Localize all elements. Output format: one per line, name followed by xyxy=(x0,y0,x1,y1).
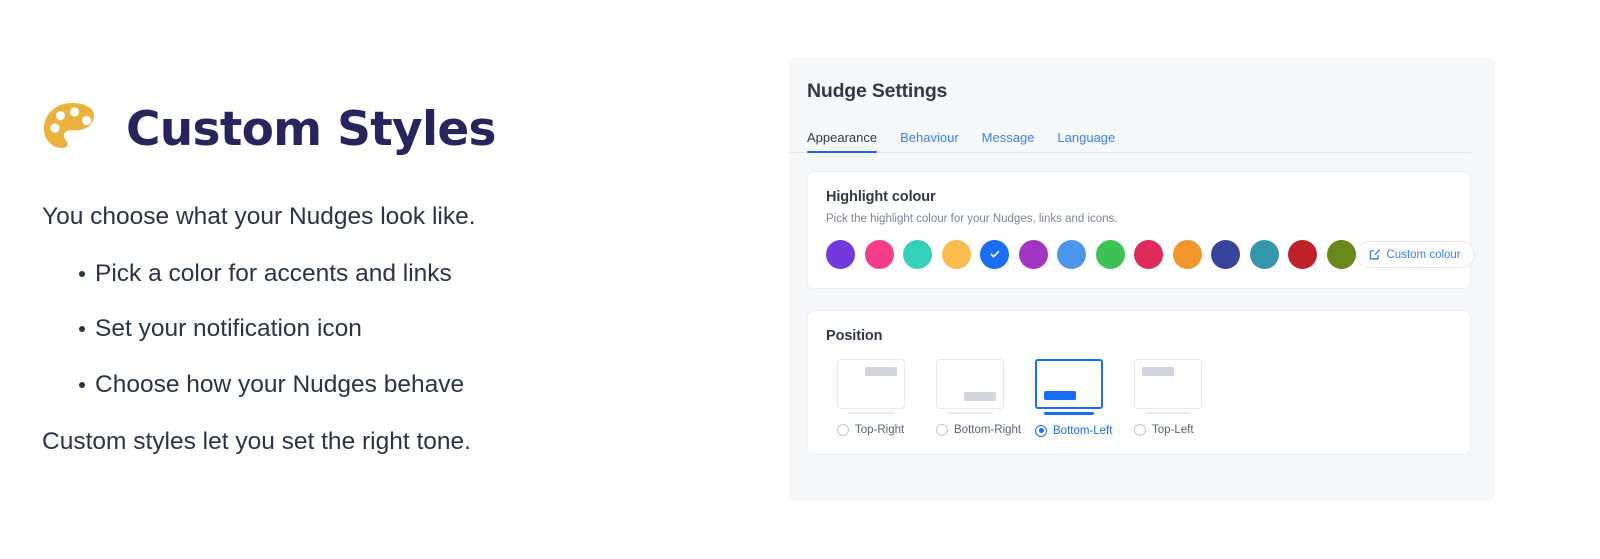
feature-list: Pick a color for accents and links Set y… xyxy=(42,259,602,401)
position-label: Top-Left xyxy=(1152,424,1194,436)
tab-behaviour[interactable]: Behaviour xyxy=(900,130,959,152)
list-item: Pick a color for accents and links xyxy=(42,259,602,290)
position-radio[interactable] xyxy=(1134,424,1146,436)
position-card: Position Top-Right Bottom-Right Bottom-Lef… xyxy=(807,310,1471,455)
tab-appearance[interactable]: Appearance xyxy=(807,130,878,153)
edit-square-icon xyxy=(1368,248,1381,261)
swatch-green[interactable] xyxy=(1095,240,1125,269)
position-option-top-right[interactable]: Top-Right xyxy=(837,359,905,437)
position-preview-thumbnail xyxy=(1035,359,1103,409)
swatch-row: Custom colour xyxy=(826,240,1475,269)
position-preview-thumbnail xyxy=(1134,359,1202,409)
swatch-olive[interactable] xyxy=(1326,240,1356,269)
position-title: Position xyxy=(826,328,883,344)
custom-colour-label: Custom colour xyxy=(1386,248,1461,261)
highlight-colour-subtitle: Pick the highlight colour for your Nudge… xyxy=(826,213,1118,225)
swatch-dark-red[interactable] xyxy=(1288,240,1317,269)
swatch-turquoise[interactable] xyxy=(903,240,932,269)
panel-title: Nudge Settings xyxy=(807,80,948,102)
swatch-sky-blue[interactable] xyxy=(1057,240,1086,269)
list-item: Choose how your Nudges behave xyxy=(42,370,602,401)
position-option-bottom-left[interactable]: Bottom-Left xyxy=(1035,359,1112,437)
swatch-amber[interactable] xyxy=(941,240,971,269)
highlight-colour-card: Highlight colour Pick the highlight colo… xyxy=(807,171,1475,289)
nudge-preview-bar xyxy=(865,367,897,376)
custom-colour-button[interactable]: Custom colour xyxy=(1355,241,1475,268)
position-preview-thumbnail xyxy=(837,359,905,409)
outro-paragraph: Custom styles let you set the right tone… xyxy=(42,427,471,455)
check-icon xyxy=(980,240,1009,269)
position-label: Top-Right xyxy=(855,424,905,436)
swatch-blue[interactable] xyxy=(980,240,1009,269)
position-label-row: Bottom-Right xyxy=(936,424,1021,436)
tab-bar: Appearance Behaviour Message Language xyxy=(789,124,1471,153)
nudge-settings-panel: Nudge Settings Appearance Behaviour Mess… xyxy=(789,58,1495,501)
swatch-purple[interactable] xyxy=(826,240,855,269)
colour-swatch-group xyxy=(826,240,1356,269)
highlight-colour-title: Highlight colour xyxy=(826,189,936,205)
page-title: Custom Styles xyxy=(126,101,497,157)
panel-header: Nudge Settings xyxy=(789,58,1495,103)
nudge-preview-bar xyxy=(964,392,996,401)
lead-paragraph: You choose what your Nudges look like. xyxy=(42,203,476,230)
swatch-teal[interactable] xyxy=(1249,240,1279,269)
monitor-stand xyxy=(1145,412,1191,414)
position-option-group: Top-Right Bottom-Right Bottom-Left Top-Left xyxy=(826,359,1452,437)
swatch-indigo[interactable] xyxy=(1211,240,1240,269)
swatch-violet[interactable] xyxy=(1018,240,1048,269)
position-option-bottom-right[interactable]: Bottom-Right xyxy=(936,359,1021,437)
nudge-preview-bar xyxy=(1142,367,1174,376)
monitor-stand xyxy=(1044,412,1094,415)
page-title-row: Custom Styles xyxy=(42,96,602,162)
swatch-orange[interactable] xyxy=(1172,240,1202,269)
position-radio[interactable] xyxy=(936,424,948,436)
position-label: Bottom-Right xyxy=(954,424,1022,436)
list-item: Set your notification icon xyxy=(42,314,602,345)
position-label-row: Bottom-Left xyxy=(1035,424,1112,437)
monitor-stand xyxy=(947,412,993,414)
position-label-row: Top-Right xyxy=(837,424,905,436)
position-radio[interactable] xyxy=(837,424,849,436)
palette-icon xyxy=(42,101,104,157)
swatch-crimson[interactable] xyxy=(1134,240,1163,269)
position-preview-thumbnail xyxy=(936,359,1004,409)
position-label-row: Top-Left xyxy=(1134,424,1202,436)
monitor-stand xyxy=(848,412,894,414)
nudge-preview-bar xyxy=(1044,391,1076,400)
position-label: Bottom-Left xyxy=(1053,424,1113,437)
marketing-copy-column: Custom Styles You choose what your Nudge… xyxy=(42,96,602,458)
tab-message[interactable]: Message xyxy=(982,130,1035,152)
tab-language[interactable]: Language xyxy=(1057,130,1115,152)
position-option-top-left[interactable]: Top-Left xyxy=(1134,359,1202,437)
position-radio[interactable] xyxy=(1035,424,1047,437)
swatch-pink[interactable] xyxy=(864,240,894,269)
